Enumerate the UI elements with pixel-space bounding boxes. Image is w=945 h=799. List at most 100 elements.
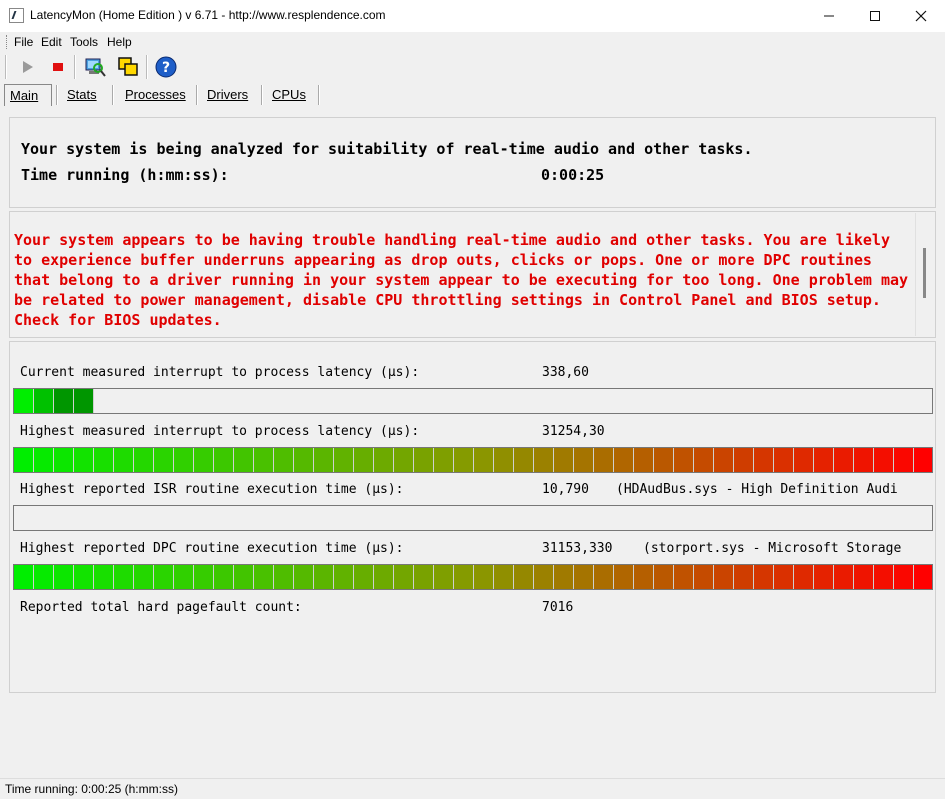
bar-segment <box>454 448 474 472</box>
tab-stats[interactable]: Stats <box>67 84 97 106</box>
metrics-panel: Current measured interrupt to process la… <box>9 341 936 693</box>
svg-text:?: ? <box>162 60 170 76</box>
time-running-label: Time running (h:mm:ss): <box>21 166 229 184</box>
bar-segment <box>114 448 134 472</box>
bar-segment <box>774 448 794 472</box>
bar-segment <box>574 448 594 472</box>
bar-segment <box>674 565 694 589</box>
bar-segment <box>354 448 374 472</box>
bar-segment <box>34 389 54 413</box>
bar-segment <box>14 565 34 589</box>
current-latency-bar <box>13 388 933 414</box>
bar-segment <box>274 448 294 472</box>
highest-latency-label: Highest measured interrupt to process la… <box>20 424 420 439</box>
bar-segment <box>114 565 134 589</box>
highest-isr-driver: (HDAudBus.sys - High Definition Audi <box>616 482 898 497</box>
tab-main[interactable]: Main <box>4 84 52 106</box>
bar-segment <box>34 565 54 589</box>
highest-isr-bar <box>13 505 933 531</box>
bar-segment <box>394 448 414 472</box>
copy-windows-icon <box>118 57 138 76</box>
tab-cpus[interactable]: CPUs <box>272 84 306 106</box>
bar-segment <box>554 448 574 472</box>
conclusion-panel: Your system appears to be having trouble… <box>9 211 936 338</box>
bar-segment <box>134 448 154 472</box>
bar-segment <box>654 565 674 589</box>
title-bar: LatencyMon (Home Edition ) v 6.71 - http… <box>0 0 945 31</box>
bar-segment <box>494 448 514 472</box>
bar-segment <box>514 565 534 589</box>
bar-segment <box>694 448 714 472</box>
bar-segment <box>134 565 154 589</box>
highest-latency-bar <box>13 447 933 473</box>
copy-windows-button[interactable] <box>115 54 141 80</box>
close-icon <box>915 10 927 21</box>
menu-file[interactable]: File <box>14 35 33 49</box>
bar-segment <box>634 565 654 589</box>
menu-help[interactable]: Help <box>107 35 132 49</box>
bar-segment <box>74 565 94 589</box>
bar-segment <box>434 448 454 472</box>
analyze-button[interactable] <box>82 54 108 80</box>
bar-segment <box>314 565 334 589</box>
bar-segment <box>914 448 932 472</box>
bar-segment <box>914 565 932 589</box>
analysis-status-text: Your system is being analyzed for suitab… <box>21 140 753 158</box>
maximize-button[interactable] <box>852 0 898 31</box>
minimize-button[interactable] <box>806 0 852 31</box>
tab-separator <box>318 85 320 105</box>
help-button[interactable]: ? <box>153 54 179 80</box>
scrollbar-thumb[interactable] <box>923 248 926 298</box>
maximize-icon <box>870 10 880 21</box>
bar-segment <box>754 448 774 472</box>
latencymon-app-icon <box>9 8 24 23</box>
stop-button[interactable] <box>45 54 71 80</box>
status-text: Time running: 0:00:25 (h:mm:ss) <box>5 782 178 796</box>
bar-segment <box>34 448 54 472</box>
bar-segment <box>294 448 314 472</box>
bar-segment <box>734 448 754 472</box>
bar-segment <box>774 565 794 589</box>
start-button[interactable] <box>14 54 40 80</box>
bar-segment <box>614 565 634 589</box>
highest-latency-value: 31254,30 <box>542 424 605 439</box>
bar-segment <box>794 448 814 472</box>
bar-segment <box>54 448 74 472</box>
bar-segment <box>214 448 234 472</box>
bar-segment <box>414 565 434 589</box>
bar-segment <box>174 448 194 472</box>
current-latency-label: Current measured interrupt to process la… <box>20 365 420 380</box>
bar-segment <box>894 448 914 472</box>
highest-isr-value: 10,790 <box>542 482 589 497</box>
highest-dpc-label: Highest reported DPC routine execution t… <box>20 541 404 556</box>
bar-segment <box>474 565 494 589</box>
analysis-header-panel: Your system is being analyzed for suitab… <box>9 117 936 208</box>
menu-edit[interactable]: Edit <box>41 35 62 49</box>
toolbar-separator <box>5 55 7 79</box>
bar-segment <box>574 565 594 589</box>
highest-dpc-bar <box>13 564 933 590</box>
tab-bar: Main Stats Processes Drivers CPUs <box>0 82 945 108</box>
bar-segment <box>214 565 234 589</box>
close-button[interactable] <box>898 0 944 31</box>
bar-segment <box>234 448 254 472</box>
analyze-icon <box>85 58 106 77</box>
bar-segment <box>154 448 174 472</box>
bar-segment <box>734 565 754 589</box>
conclusion-scrollbar[interactable] <box>915 213 934 336</box>
highest-isr-label: Highest reported ISR routine execution t… <box>20 482 404 497</box>
menu-tools[interactable]: Tools <box>70 35 98 49</box>
bar-segment <box>54 389 74 413</box>
bar-segment <box>554 565 574 589</box>
bar-segment <box>754 565 774 589</box>
tab-drivers[interactable]: Drivers <box>207 84 248 106</box>
bar-segment <box>194 448 214 472</box>
bar-segment <box>194 565 214 589</box>
time-running-value: 0:00:25 <box>541 166 605 184</box>
bar-segment <box>854 448 874 472</box>
bar-segment <box>814 448 834 472</box>
bar-segment <box>514 448 534 472</box>
bar-segment <box>694 565 714 589</box>
bar-segment <box>874 448 894 472</box>
tab-processes[interactable]: Processes <box>125 84 186 106</box>
